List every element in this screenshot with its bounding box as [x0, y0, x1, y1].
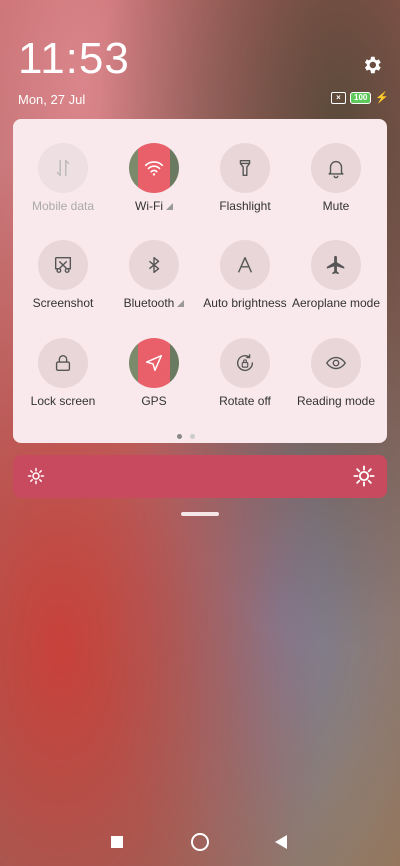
recents-button[interactable] [111, 836, 123, 848]
bluetooth-icon [148, 256, 160, 274]
tile-label: Lock screen [30, 394, 96, 408]
mobile-data-toggle[interactable] [38, 143, 88, 193]
tile-bluetooth[interactable]: Bluetooth [109, 240, 199, 310]
tile-label: Mute [322, 199, 350, 213]
tile-rotate-off[interactable]: Rotate off [200, 338, 290, 408]
lock-screen-toggle[interactable] [38, 338, 88, 388]
tile-label: Rotate off [219, 394, 271, 408]
flashlight-toggle[interactable] [220, 143, 270, 193]
brightness-low-icon [27, 467, 45, 485]
reading-mode-toggle[interactable] [311, 338, 361, 388]
tile-reading-mode[interactable]: Reading mode [291, 338, 381, 408]
tile-label: Flashlight [219, 199, 271, 213]
battery-icon: 100 [350, 92, 372, 104]
mobile-data-icon [56, 159, 70, 177]
back-button[interactable] [275, 835, 287, 849]
aeroplane-mode-toggle[interactable] [311, 240, 361, 290]
tile-screenshot[interactable]: Screenshot [18, 240, 108, 310]
no-sim-icon: × [331, 92, 346, 104]
wifi-icon [144, 161, 164, 176]
bell-icon [328, 160, 344, 179]
status-icons: × 100 ⚡ [331, 92, 389, 104]
rotate-off-toggle[interactable] [220, 338, 270, 388]
tile-mute[interactable]: Mute [291, 143, 381, 213]
tile-lock-screen[interactable]: Lock screen [18, 338, 108, 408]
gps-toggle[interactable] [129, 338, 179, 388]
tile-auto-brightness[interactable]: Auto brightness [200, 240, 290, 310]
auto-brightness-toggle[interactable] [220, 240, 270, 290]
brightness-slider[interactable] [13, 455, 387, 498]
auto-brightness-icon [237, 256, 253, 273]
tile-label: Reading mode [296, 394, 376, 408]
tile-gps[interactable]: GPS [109, 338, 199, 408]
tile-label: Wi-Fi [135, 199, 163, 213]
signal-icon [165, 202, 173, 210]
signal-icon [177, 299, 185, 307]
navigation-bar [0, 826, 400, 858]
tile-label: GPS [141, 394, 167, 408]
home-button[interactable] [191, 833, 209, 851]
tile-wifi[interactable]: Wi-Fi [109, 143, 199, 213]
page-dot-active[interactable] [177, 434, 182, 439]
tile-flashlight[interactable]: Flashlight [200, 143, 290, 213]
tile-aeroplane-mode[interactable]: Aeroplane mode [291, 240, 381, 310]
screenshot-icon [54, 256, 72, 274]
gear-icon[interactable] [361, 54, 383, 76]
tile-mobile-data[interactable]: Mobile data [18, 143, 108, 213]
tile-label: Screenshot [32, 296, 94, 310]
tile-label: Mobile data [31, 199, 95, 213]
flashlight-icon [239, 159, 251, 177]
brightness-high-icon [353, 465, 375, 487]
mute-toggle[interactable] [311, 143, 361, 193]
gps-icon [145, 354, 163, 372]
tile-label: Auto brightness [203, 296, 287, 310]
airplane-icon [326, 255, 345, 275]
bluetooth-toggle[interactable] [129, 240, 179, 290]
screenshot-toggle[interactable] [38, 240, 88, 290]
wifi-toggle[interactable] [129, 143, 179, 193]
page-indicator [177, 434, 195, 439]
page-dot[interactable] [190, 434, 195, 439]
date-label: Mon, 27 Jul [18, 92, 86, 107]
eye-icon [326, 356, 346, 370]
tile-label: Bluetooth [123, 296, 175, 310]
clock-time: 11:53 [18, 34, 130, 83]
charging-icon: ⚡ [375, 92, 390, 104]
tile-label: Aeroplane mode [291, 296, 381, 310]
lock-icon [55, 354, 71, 372]
rotate-lock-icon [237, 354, 254, 372]
drag-handle[interactable] [181, 512, 219, 516]
